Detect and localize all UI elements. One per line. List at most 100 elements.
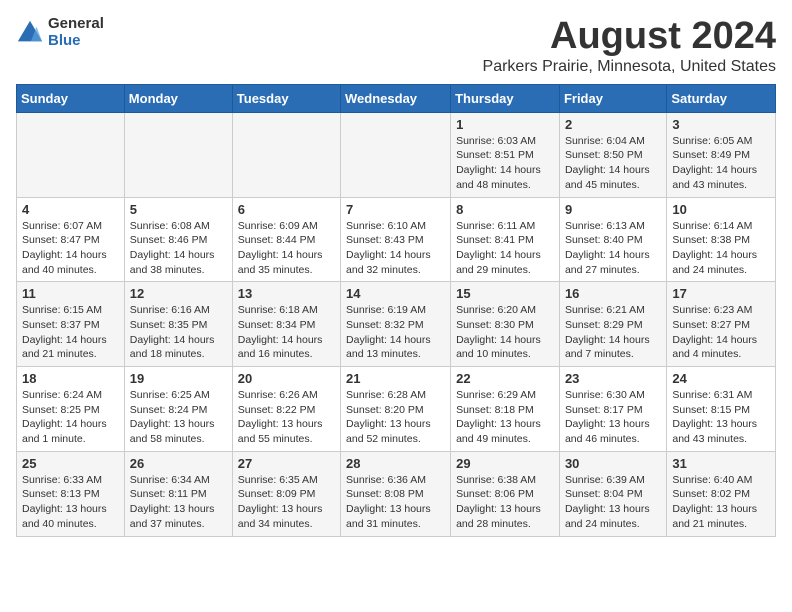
calendar-cell: 24 Sunrise: 6:31 AM Sunset: 8:15 PM Dayli… bbox=[667, 367, 776, 452]
day-header-row: SundayMondayTuesdayWednesdayThursdayFrid… bbox=[17, 84, 776, 112]
day-header-thursday: Thursday bbox=[451, 84, 560, 112]
calendar-cell: 17 Sunrise: 6:23 AM Sunset: 8:27 PM Dayli… bbox=[667, 282, 776, 367]
day-number: 30 bbox=[565, 456, 661, 471]
calendar-cell bbox=[232, 112, 340, 197]
day-header-wednesday: Wednesday bbox=[341, 84, 451, 112]
day-info: Sunrise: 6:29 AM Sunset: 8:18 PM Dayligh… bbox=[456, 388, 554, 447]
day-info: Sunrise: 6:08 AM Sunset: 8:46 PM Dayligh… bbox=[130, 219, 227, 278]
week-row-2: 4Sunrise: 6:07 AM Sunset: 8:47 PM Daylig… bbox=[17, 197, 776, 282]
day-info: Sunrise: 6:05 AM Sunset: 8:49 PM Dayligh… bbox=[672, 134, 770, 193]
calendar-cell: 16 Sunrise: 6:21 AM Sunset: 8:29 PM Dayli… bbox=[559, 282, 666, 367]
day-info: Sunrise: 6:10 AM Sunset: 8:43 PM Dayligh… bbox=[346, 219, 445, 278]
day-number: 24 bbox=[672, 371, 770, 386]
day-number: 1 bbox=[456, 117, 554, 132]
calendar-cell: 22Sunrise: 6:29 AM Sunset: 8:18 PM Dayli… bbox=[451, 367, 560, 452]
day-number: 26 bbox=[130, 456, 227, 471]
day-header-sunday: Sunday bbox=[17, 84, 125, 112]
calendar-cell: 1 Sunrise: 6:03 AM Sunset: 8:51 PM Daylig… bbox=[451, 112, 560, 197]
day-info: Sunrise: 6:35 AM Sunset: 8:09 PM Dayligh… bbox=[238, 473, 335, 532]
calendar-cell: 3 Sunrise: 6:05 AM Sunset: 8:49 PM Daylig… bbox=[667, 112, 776, 197]
location-subtitle: Parkers Prairie, Minnesota, United State… bbox=[483, 58, 776, 76]
calendar-cell bbox=[17, 112, 125, 197]
day-number: 10 bbox=[672, 202, 770, 217]
day-info: Sunrise: 6:30 AM Sunset: 8:17 PM Dayligh… bbox=[565, 388, 661, 447]
calendar-cell: 15Sunrise: 6:20 AM Sunset: 8:30 PM Dayli… bbox=[451, 282, 560, 367]
logo-blue-label: Blue bbox=[48, 33, 104, 50]
logo-text: General Blue bbox=[48, 16, 104, 49]
day-info: Sunrise: 6:09 AM Sunset: 8:44 PM Dayligh… bbox=[238, 219, 335, 278]
header: General Blue August 2024 Parkers Prairie… bbox=[16, 16, 776, 76]
day-number: 14 bbox=[346, 286, 445, 301]
calendar-cell: 4Sunrise: 6:07 AM Sunset: 8:47 PM Daylig… bbox=[17, 197, 125, 282]
day-header-saturday: Saturday bbox=[667, 84, 776, 112]
day-info: Sunrise: 6:40 AM Sunset: 8:02 PM Dayligh… bbox=[672, 473, 770, 532]
day-number: 28 bbox=[346, 456, 445, 471]
day-info: Sunrise: 6:38 AM Sunset: 8:06 PM Dayligh… bbox=[456, 473, 554, 532]
calendar-body: 1 Sunrise: 6:03 AM Sunset: 8:51 PM Daylig… bbox=[17, 112, 776, 536]
calendar-cell: 26Sunrise: 6:34 AM Sunset: 8:11 PM Dayli… bbox=[124, 451, 232, 536]
calendar-cell: 30Sunrise: 6:39 AM Sunset: 8:04 PM Dayli… bbox=[559, 451, 666, 536]
day-number: 13 bbox=[238, 286, 335, 301]
day-info: Sunrise: 6:36 AM Sunset: 8:08 PM Dayligh… bbox=[346, 473, 445, 532]
calendar-table: SundayMondayTuesdayWednesdayThursdayFrid… bbox=[16, 84, 776, 537]
day-number: 7 bbox=[346, 202, 445, 217]
calendar-cell: 20 Sunrise: 6:26 AM Sunset: 8:22 PM Dayli… bbox=[232, 367, 340, 452]
week-row-4: 18Sunrise: 6:24 AM Sunset: 8:25 PM Dayli… bbox=[17, 367, 776, 452]
day-info: Sunrise: 6:28 AM Sunset: 8:20 PM Dayligh… bbox=[346, 388, 445, 447]
calendar-cell: 31 Sunrise: 6:40 AM Sunset: 8:02 PM Dayli… bbox=[667, 451, 776, 536]
calendar-cell: 8Sunrise: 6:11 AM Sunset: 8:41 PM Daylig… bbox=[451, 197, 560, 282]
calendar-cell: 12Sunrise: 6:16 AM Sunset: 8:35 PM Dayli… bbox=[124, 282, 232, 367]
calendar-cell bbox=[124, 112, 232, 197]
title-section: August 2024 Parkers Prairie, Minnesota, … bbox=[483, 16, 776, 76]
day-info: Sunrise: 6:31 AM Sunset: 8:15 PM Dayligh… bbox=[672, 388, 770, 447]
day-number: 3 bbox=[672, 117, 770, 132]
day-number: 11 bbox=[22, 286, 119, 301]
day-number: 23 bbox=[565, 371, 661, 386]
day-number: 21 bbox=[346, 371, 445, 386]
day-info: Sunrise: 6:21 AM Sunset: 8:29 PM Dayligh… bbox=[565, 303, 661, 362]
week-row-3: 11 Sunrise: 6:15 AM Sunset: 8:37 PM Dayli… bbox=[17, 282, 776, 367]
day-info: Sunrise: 6:25 AM Sunset: 8:24 PM Dayligh… bbox=[130, 388, 227, 447]
day-number: 16 bbox=[565, 286, 661, 301]
day-info: Sunrise: 6:23 AM Sunset: 8:27 PM Dayligh… bbox=[672, 303, 770, 362]
calendar-cell: 29Sunrise: 6:38 AM Sunset: 8:06 PM Dayli… bbox=[451, 451, 560, 536]
day-info: Sunrise: 6:16 AM Sunset: 8:35 PM Dayligh… bbox=[130, 303, 227, 362]
day-info: Sunrise: 6:15 AM Sunset: 8:37 PM Dayligh… bbox=[22, 303, 119, 362]
calendar-cell: 6Sunrise: 6:09 AM Sunset: 8:44 PM Daylig… bbox=[232, 197, 340, 282]
day-info: Sunrise: 6:26 AM Sunset: 8:22 PM Dayligh… bbox=[238, 388, 335, 447]
day-number: 25 bbox=[22, 456, 119, 471]
calendar-cell: 9Sunrise: 6:13 AM Sunset: 8:40 PM Daylig… bbox=[559, 197, 666, 282]
logo: General Blue bbox=[16, 16, 104, 49]
day-number: 17 bbox=[672, 286, 770, 301]
day-header-friday: Friday bbox=[559, 84, 666, 112]
logo-general-label: General bbox=[48, 16, 104, 33]
day-number: 20 bbox=[238, 371, 335, 386]
calendar-cell: 5 Sunrise: 6:08 AM Sunset: 8:46 PM Daylig… bbox=[124, 197, 232, 282]
day-number: 19 bbox=[130, 371, 227, 386]
calendar-cell: 10 Sunrise: 6:14 AM Sunset: 8:38 PM Dayli… bbox=[667, 197, 776, 282]
calendar-cell: 25 Sunrise: 6:33 AM Sunset: 8:13 PM Dayli… bbox=[17, 451, 125, 536]
calendar-cell: 18Sunrise: 6:24 AM Sunset: 8:25 PM Dayli… bbox=[17, 367, 125, 452]
month-year-title: August 2024 bbox=[483, 16, 776, 58]
day-number: 27 bbox=[238, 456, 335, 471]
day-info: Sunrise: 6:18 AM Sunset: 8:34 PM Dayligh… bbox=[238, 303, 335, 362]
day-number: 15 bbox=[456, 286, 554, 301]
day-number: 31 bbox=[672, 456, 770, 471]
week-row-5: 25 Sunrise: 6:33 AM Sunset: 8:13 PM Dayli… bbox=[17, 451, 776, 536]
day-info: Sunrise: 6:07 AM Sunset: 8:47 PM Dayligh… bbox=[22, 219, 119, 278]
day-info: Sunrise: 6:03 AM Sunset: 8:51 PM Dayligh… bbox=[456, 134, 554, 193]
calendar-cell: 14 Sunrise: 6:19 AM Sunset: 8:32 PM Dayli… bbox=[341, 282, 451, 367]
calendar-cell: 19 Sunrise: 6:25 AM Sunset: 8:24 PM Dayli… bbox=[124, 367, 232, 452]
calendar-cell: 28 Sunrise: 6:36 AM Sunset: 8:08 PM Dayli… bbox=[341, 451, 451, 536]
day-info: Sunrise: 6:24 AM Sunset: 8:25 PM Dayligh… bbox=[22, 388, 119, 447]
calendar-cell: 11 Sunrise: 6:15 AM Sunset: 8:37 PM Dayli… bbox=[17, 282, 125, 367]
day-number: 5 bbox=[130, 202, 227, 217]
calendar-cell: 13 Sunrise: 6:18 AM Sunset: 8:34 PM Dayli… bbox=[232, 282, 340, 367]
calendar-cell: 7 Sunrise: 6:10 AM Sunset: 8:43 PM Daylig… bbox=[341, 197, 451, 282]
day-info: Sunrise: 6:33 AM Sunset: 8:13 PM Dayligh… bbox=[22, 473, 119, 532]
calendar-header: SundayMondayTuesdayWednesdayThursdayFrid… bbox=[17, 84, 776, 112]
day-header-tuesday: Tuesday bbox=[232, 84, 340, 112]
day-info: Sunrise: 6:19 AM Sunset: 8:32 PM Dayligh… bbox=[346, 303, 445, 362]
day-info: Sunrise: 6:14 AM Sunset: 8:38 PM Dayligh… bbox=[672, 219, 770, 278]
calendar-cell: 27 Sunrise: 6:35 AM Sunset: 8:09 PM Dayli… bbox=[232, 451, 340, 536]
